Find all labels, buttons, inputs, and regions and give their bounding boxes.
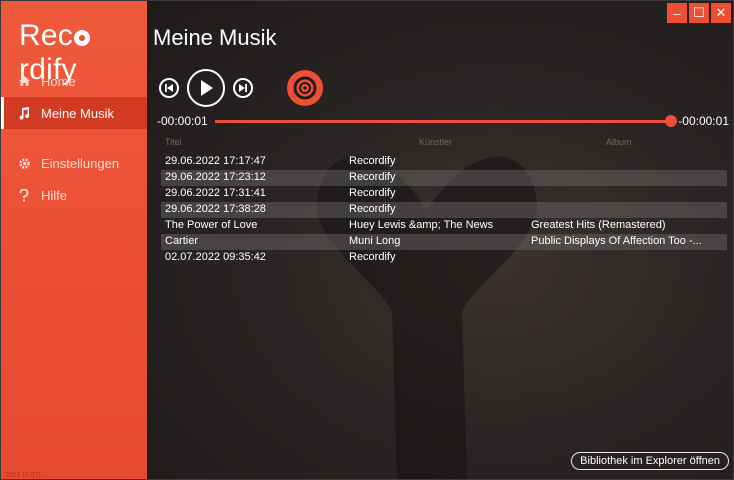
elapsed-time: -00:00:01 — [157, 114, 208, 128]
maximize-icon: ☐ — [693, 5, 705, 20]
table-row[interactable]: 29.06.2022 17:17:47 Recordify — [161, 154, 727, 170]
track-artist: Recordify — [349, 155, 396, 167]
skip-previous-icon — [165, 84, 173, 92]
sidebar-item-label: Hilfe — [41, 187, 68, 203]
table-header: Titel Künstler Album — [163, 137, 723, 151]
table-row[interactable]: 29.06.2022 17:38:28 Recordify — [161, 202, 727, 218]
sidebar-item-einstellungen[interactable]: Einstellungen — [1, 147, 147, 179]
track-title: The Power of Love — [165, 219, 258, 231]
play-icon — [201, 80, 213, 96]
track-title: 29.06.2022 17:23:12 — [165, 171, 266, 183]
sidebar-nav: Home Meine Musik Einstellungen Hilfe — [1, 65, 147, 211]
question-icon — [17, 188, 31, 202]
track-album: Greatest Hits (Remastered) — [531, 219, 666, 231]
column-header-title[interactable]: Titel — [165, 137, 182, 147]
record-button[interactable] — [287, 70, 323, 106]
table-row[interactable]: 29.06.2022 17:23:12 Recordify — [161, 170, 727, 186]
track-artist: Recordify — [349, 203, 396, 215]
sidebar-item-label: Meine Musik — [41, 105, 114, 121]
track-album: Public Displays Of Affection Too -... — [531, 235, 702, 247]
remaining-time: -00:00:01 — [678, 114, 729, 128]
open-library-button[interactable]: Bibliothek im Explorer öffnen — [571, 452, 729, 470]
track-artist: Recordify — [349, 251, 396, 263]
track-artist: Recordify — [349, 171, 396, 183]
track-title: 29.06.2022 17:38:28 — [165, 203, 266, 215]
vinyl-record-icon — [293, 76, 317, 100]
playback-progress: -00:00:01 -00:00:01 — [157, 114, 729, 128]
window-controls: – ☐ ✕ — [667, 3, 731, 23]
gear-icon — [17, 156, 31, 170]
column-header-artist[interactable]: Künstler — [419, 137, 452, 147]
close-button[interactable]: ✕ — [711, 3, 731, 23]
play-button[interactable] — [187, 69, 225, 107]
column-header-album[interactable]: Album — [606, 137, 632, 147]
maximize-button[interactable]: ☐ — [689, 3, 709, 23]
main-panel: – ☐ ✕ Meine Musik -00:00:01 -00:00:01 Ti… — [147, 1, 733, 479]
close-icon: ✕ — [715, 5, 727, 20]
sidebar-item-home[interactable]: Home — [1, 65, 147, 97]
version-label: 2022 (7.07) — [5, 472, 41, 479]
previous-button[interactable] — [159, 78, 179, 98]
app-window: Recrdify Home Meine Musik Einstellungen … — [0, 0, 734, 480]
minimize-icon: – — [673, 5, 681, 21]
skip-next-icon — [239, 84, 247, 92]
track-title: 02.07.2022 09:35:42 — [165, 251, 266, 263]
track-title: 29.06.2022 17:17:47 — [165, 155, 266, 167]
minimize-button[interactable]: – — [667, 3, 687, 23]
next-button[interactable] — [233, 78, 253, 98]
sidebar-item-meine-musik[interactable]: Meine Musik — [1, 97, 147, 129]
home-icon — [17, 74, 31, 88]
track-list: 29.06.2022 17:17:47 Recordify 29.06.2022… — [161, 154, 727, 266]
logo-text-start: Rec — [19, 19, 73, 52]
logo-disc-icon — [73, 30, 90, 46]
track-artist: Huey Lewis &amp; The News — [349, 219, 494, 231]
table-row[interactable]: Cartier Muni Long Public Displays Of Aff… — [161, 234, 727, 250]
progress-thumb[interactable] — [665, 115, 677, 127]
track-title: Cartier — [165, 235, 199, 247]
track-title: 29.06.2022 17:31:41 — [165, 187, 266, 199]
track-artist: Muni Long — [349, 235, 401, 247]
page-title: Meine Musik — [153, 25, 277, 50]
progress-track[interactable] — [215, 120, 673, 123]
track-artist: Recordify — [349, 187, 396, 199]
sidebar-item-label: Einstellungen — [41, 155, 120, 171]
sidebar: Recrdify Home Meine Musik Einstellungen … — [1, 1, 147, 479]
table-row[interactable]: 02.07.2022 09:35:42 Recordify — [161, 250, 727, 266]
table-row[interactable]: The Power of Love Huey Lewis &amp; The N… — [161, 218, 727, 234]
player-controls — [159, 69, 323, 107]
music-note-icon — [17, 106, 31, 120]
sidebar-item-hilfe[interactable]: Hilfe — [1, 179, 147, 211]
sidebar-item-label: Home — [41, 73, 76, 89]
table-row[interactable]: 29.06.2022 17:31:41 Recordify — [161, 186, 727, 202]
